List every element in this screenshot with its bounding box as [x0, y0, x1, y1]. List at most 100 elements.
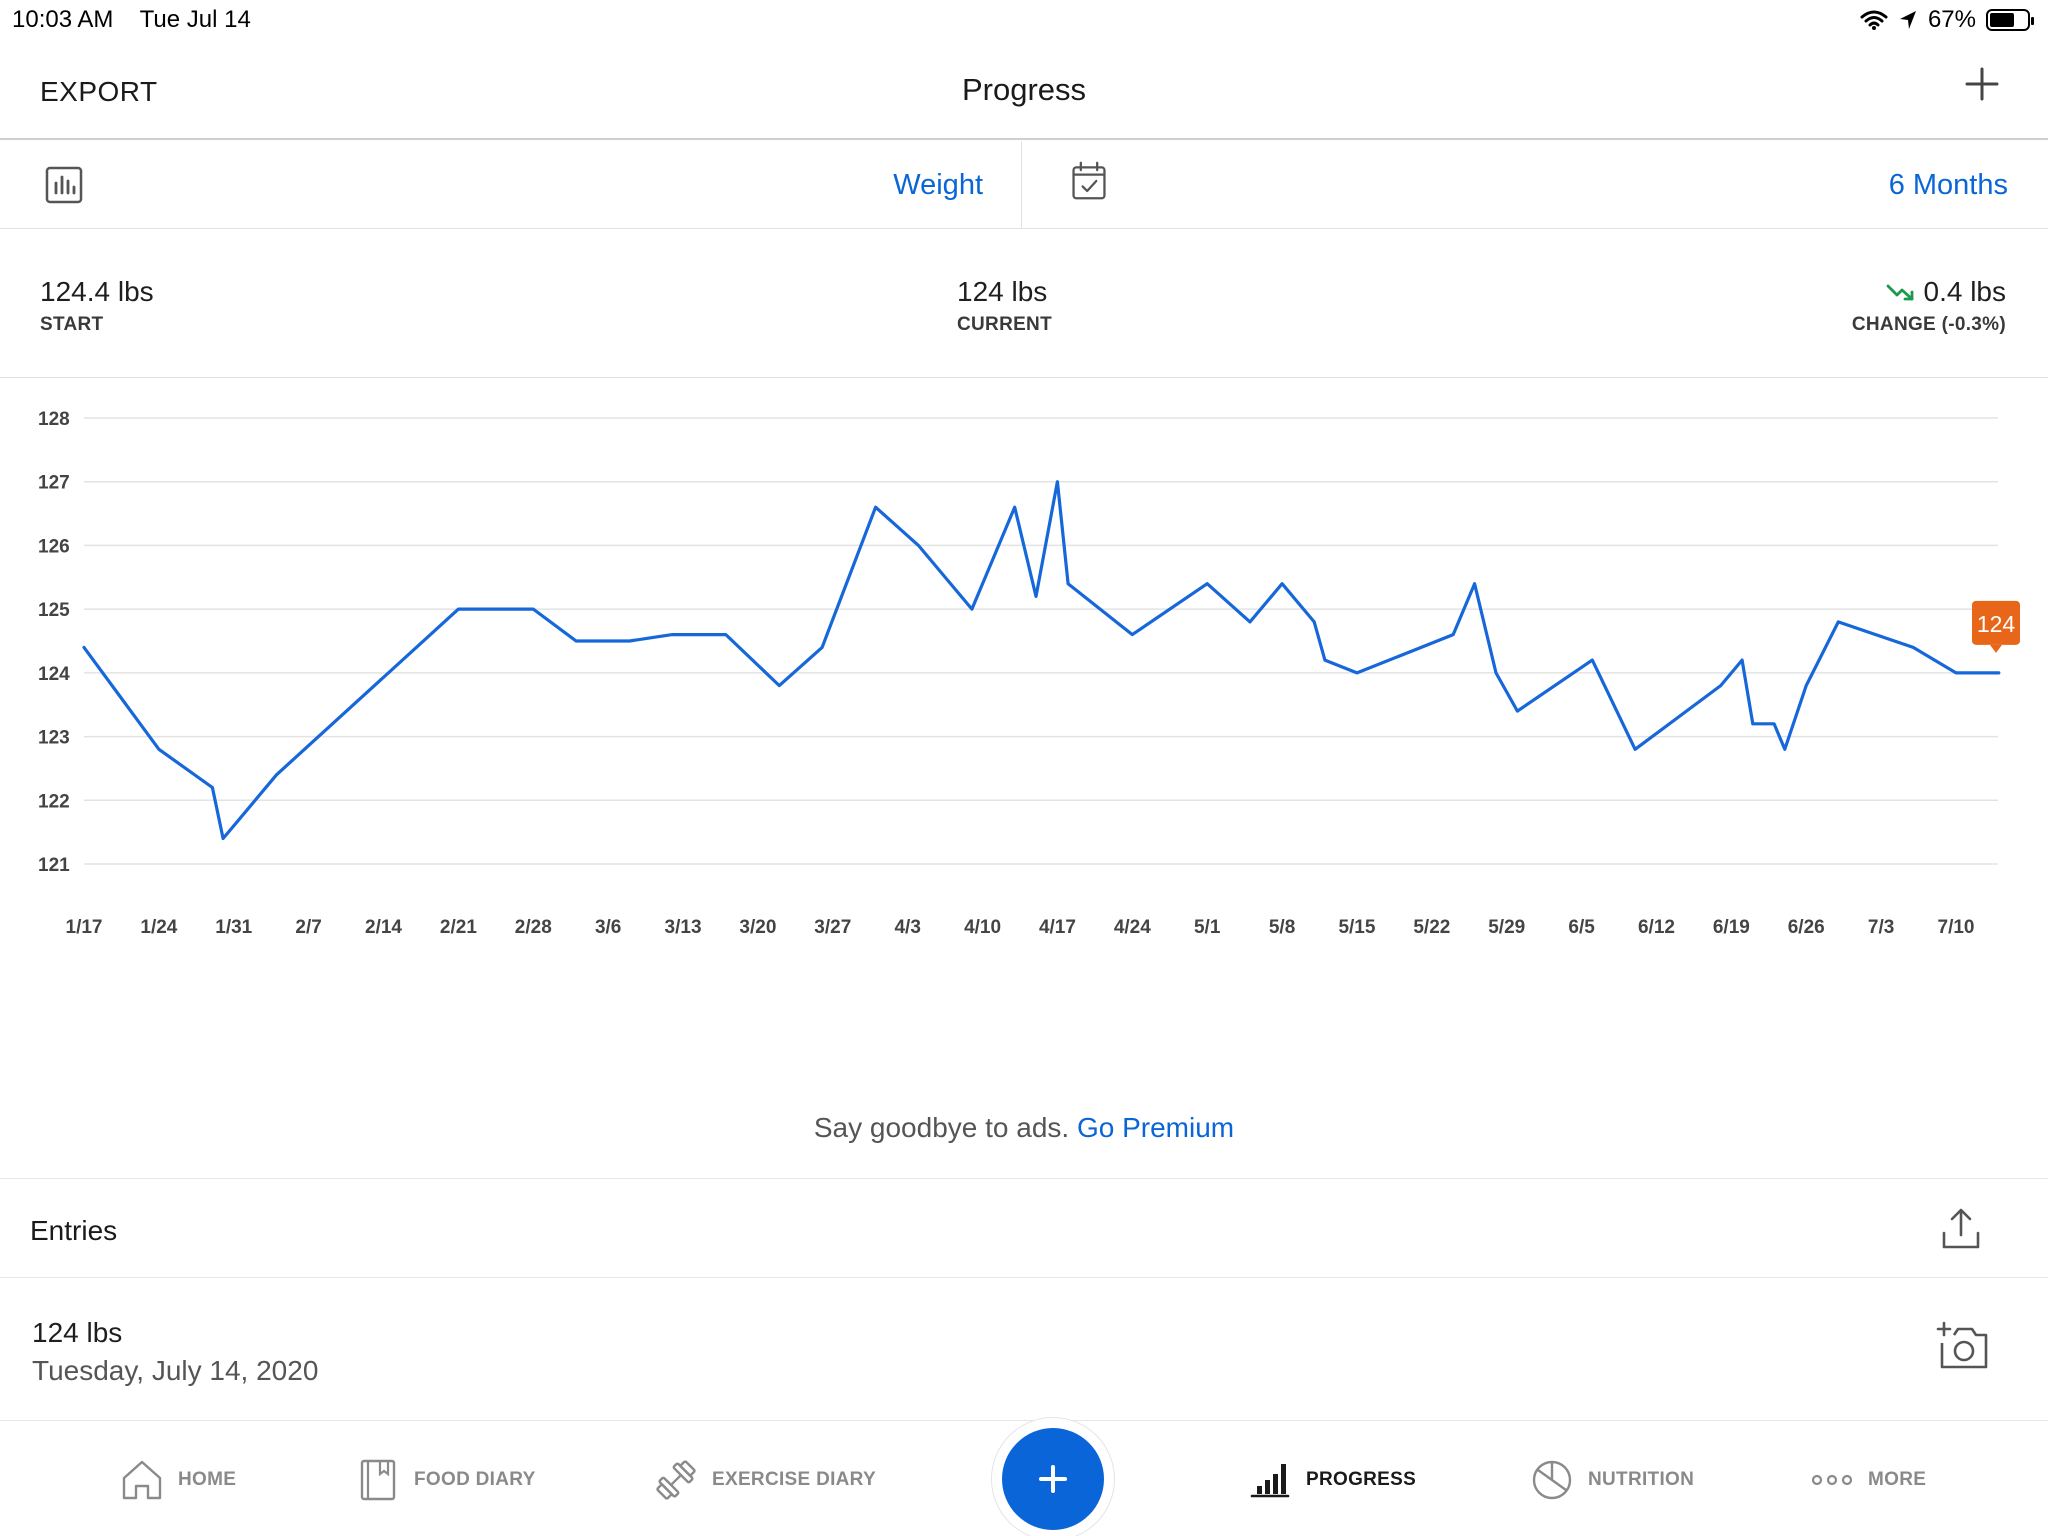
- tab-nutrition-label: NUTRITION: [1588, 1469, 1695, 1490]
- plus-icon[interactable]: [1964, 66, 2000, 102]
- x-tick-label: 4/10: [964, 917, 1001, 938]
- change-value: 0.4 lbs: [1923, 276, 2007, 307]
- x-tick-label: 6/12: [1638, 917, 1675, 938]
- promo-text: Say goodbye to ads.: [813, 1112, 1070, 1143]
- tab-food-diary[interactable]: FOOD DIARY: [356, 1458, 536, 1502]
- selector-bar: Weight 6 Months: [0, 141, 2048, 229]
- status-left: 10:03 AM Tue Jul 14: [12, 6, 271, 34]
- x-tick-label: 6/19: [1713, 917, 1750, 938]
- x-tick-label: 1/17: [66, 917, 103, 938]
- tab-home[interactable]: HOME: [120, 1458, 236, 1502]
- x-tick-label: 6/26: [1788, 917, 1825, 938]
- x-tick-label: 5/22: [1413, 917, 1450, 938]
- entry-value: 124 lbs: [32, 1317, 123, 1348]
- summary: 124.4 lbs START 124 lbs CURRENT 0.4 lbs …: [0, 230, 2048, 378]
- status-time: 10:03 AM: [12, 6, 114, 33]
- trend-down-icon: [1886, 284, 1913, 301]
- x-tick-label: 3/20: [739, 917, 776, 938]
- home-icon: [122, 1460, 162, 1500]
- y-tick-label: 121: [38, 855, 70, 876]
- pie-chart-icon: [1532, 1460, 1572, 1500]
- x-tick-label: 5/8: [1269, 917, 1295, 938]
- book-icon: [360, 1459, 396, 1501]
- tab-progress[interactable]: PROGRESS: [1248, 1458, 1416, 1502]
- tab-more[interactable]: MORE: [1810, 1458, 1926, 1502]
- tab-more-label: MORE: [1868, 1469, 1927, 1490]
- change-value-row: 0.4 lbs: [1852, 276, 2006, 308]
- y-tick-label: 127: [38, 473, 70, 494]
- page-title: Progress: [961, 72, 1087, 107]
- weight-chart: 128 127 126 125 124 123 122 121 1/17 1/24 1/31 2/7 2…: [0, 380, 2048, 940]
- x-tick-label: 4/17: [1039, 917, 1076, 938]
- status-date: Tue Jul 14: [139, 6, 251, 33]
- premium-promo: Say goodbye to ads. Go Premium: [0, 1112, 2048, 1144]
- add-photo-icon[interactable]: [1936, 1321, 1990, 1371]
- x-tick-label: 2/14: [365, 917, 402, 938]
- weight-line-chart: 128 127 126 125 124 123 122 121 1/17 1/24 1/31 2/7 2…: [38, 409, 2020, 938]
- share-icon[interactable]: [1940, 1207, 1982, 1251]
- tab-home-label: HOME: [178, 1469, 237, 1490]
- x-tick-label: 1/31: [215, 917, 252, 938]
- x-tick-label: 3/13: [665, 917, 702, 938]
- stat-current: 124 lbs CURRENT: [957, 276, 1052, 336]
- y-tick-label: 122: [38, 791, 70, 812]
- weight-series-line: [82, 480, 2001, 841]
- battery-icon: [1986, 9, 2034, 31]
- x-tick-label: 2/7: [295, 917, 321, 938]
- x-tick-label: 2/21: [440, 917, 477, 938]
- x-tick-label: 4/3: [894, 917, 920, 938]
- tab-food-label: FOOD DIARY: [414, 1469, 536, 1490]
- x-tick-label: 2/28: [515, 917, 552, 938]
- location-arrow-icon: [1899, 11, 1916, 29]
- change-label: CHANGE (-0.3%): [1851, 314, 2006, 335]
- go-premium-link[interactable]: Go Premium: [1077, 1112, 1234, 1143]
- y-tick-label: 123: [38, 728, 70, 749]
- x-tick-label: 5/1: [1194, 917, 1221, 938]
- battery-fill: [1990, 13, 2015, 27]
- status-right: 67%: [1860, 6, 2034, 34]
- status-bar: 10:03 AM Tue Jul 14 67%: [0, 0, 2048, 40]
- stat-change: 0.4 lbs CHANGE (-0.3%): [1852, 276, 2006, 336]
- entry-row[interactable]: 124 lbs Tuesday, July 14, 2020: [0, 1279, 2048, 1421]
- current-value: 124 lbs: [957, 276, 1048, 307]
- x-tick-label: 7/3: [1868, 917, 1894, 938]
- y-tick-label: 125: [38, 600, 70, 621]
- range-selector[interactable]: 6 Months: [1023, 141, 2048, 229]
- entries-header: Entries: [0, 1178, 2048, 1278]
- current-label: CURRENT: [957, 314, 1052, 335]
- calendar-check-icon: [1072, 161, 1106, 200]
- range-value[interactable]: 6 Months: [1889, 169, 2008, 202]
- latest-value-marker-pointer: [1990, 644, 2002, 653]
- tab-exercise-diary[interactable]: EXERCISE DIARY: [654, 1458, 876, 1502]
- entry-date: Tuesday, July 14, 2020: [32, 1355, 319, 1386]
- dumbbell-icon: [656, 1460, 696, 1500]
- metric-selector[interactable]: Weight: [0, 141, 1022, 229]
- latest-value-label: 124: [1977, 611, 2016, 637]
- x-tick-label: 1/24: [140, 917, 177, 938]
- tab-nutrition[interactable]: NUTRITION: [1530, 1458, 1694, 1502]
- x-tick-label: 6/5: [1568, 917, 1595, 938]
- x-tick-label: 7/10: [1938, 917, 1975, 938]
- start-label: START: [40, 314, 104, 335]
- tab-exercise-label: EXERCISE DIARY: [712, 1469, 876, 1490]
- wifi-icon: [1860, 10, 1888, 30]
- entries-title: Entries: [30, 1215, 118, 1246]
- x-tick-label: 5/29: [1488, 917, 1525, 938]
- y-tick-label: 124: [38, 664, 70, 685]
- stat-start: 124.4 lbs START: [40, 276, 154, 336]
- nav-bar: EXPORT Progress: [0, 40, 2048, 140]
- tab-progress-label: PROGRESS: [1306, 1469, 1417, 1490]
- more-dots-icon: [1811, 1474, 1853, 1486]
- metric-value[interactable]: Weight: [893, 169, 983, 202]
- battery-percent: 67%: [1927, 6, 1976, 33]
- y-tick-label: 126: [38, 536, 70, 557]
- x-tick-label: 3/27: [814, 917, 851, 938]
- x-tick-label: 3/6: [595, 917, 621, 938]
- x-tick-label: 4/24: [1114, 917, 1151, 938]
- quick-add-button[interactable]: [1002, 1428, 1104, 1530]
- start-value: 124.4 lbs: [40, 276, 154, 307]
- x-tick-label: 5/15: [1338, 917, 1375, 938]
- y-tick-label: 128: [38, 409, 70, 430]
- plus-icon: [1039, 1465, 1067, 1493]
- bar-chart-icon: [45, 166, 83, 204]
